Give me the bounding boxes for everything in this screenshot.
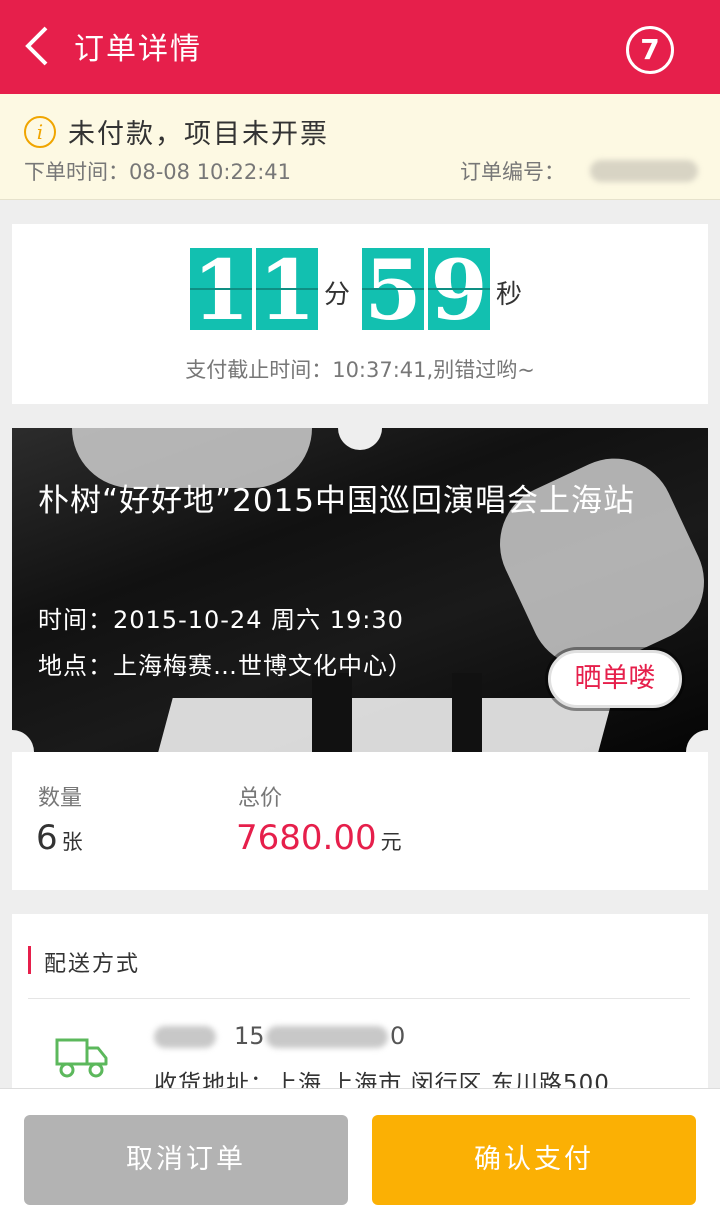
- second-digit-2: 9: [428, 248, 490, 330]
- quantity-unit: 张: [61, 830, 83, 854]
- minute-digit-1: 1: [190, 248, 252, 330]
- order-summary-card: 数量 6张 总价 7680.00 元: [12, 752, 708, 890]
- chevron-left-icon[interactable]: [18, 24, 58, 68]
- event-title: 朴树“好好地”2015中国巡回演唱会上海站: [38, 483, 636, 519]
- order-detail-page: 订单详情 7 i 未付款，项目未开票 下单时间：08-08 10:22:41 订…: [0, 0, 720, 1228]
- notification-badge[interactable]: 7: [626, 26, 674, 74]
- poster-background: [151, 698, 613, 752]
- cancel-order-button[interactable]: 取消订单: [24, 1115, 348, 1205]
- bottom-action-bar: 取消订单 确认支付: [0, 1088, 720, 1228]
- order-time: 下单时间：08-08 10:22:41: [24, 160, 292, 184]
- ticket-notch: [338, 406, 382, 450]
- order-number-label: 订单编号：: [460, 160, 565, 184]
- total-price-label: 总价: [238, 786, 283, 811]
- event-ticket-card[interactable]: 朴树“好好地”2015中国巡回演唱会上海站 时间：2015-10-24 周六 1…: [12, 428, 708, 752]
- info-icon: i: [24, 116, 56, 148]
- second-unit: 秒: [496, 280, 523, 310]
- recipient-phone-blurred: [266, 1026, 388, 1048]
- quantity-label: 数量: [38, 786, 83, 811]
- total-price-number: 7680.00: [236, 818, 377, 858]
- second-digit-1: 5: [362, 248, 424, 330]
- order-number-blurred: [590, 160, 698, 182]
- poster-background: [312, 673, 352, 752]
- event-time: 时间：2015-10-24 周六 19:30: [38, 606, 404, 634]
- page-title: 订单详情: [74, 32, 202, 67]
- poster-background: [452, 673, 482, 752]
- recipient-phone-suffix: 0: [390, 1022, 406, 1050]
- delivery-card: 配送方式 15 0 收货地址：上海 上海市 闵行区 东川路500: [12, 914, 708, 1097]
- truck-icon: [54, 1036, 110, 1080]
- total-price-value: 7680.00 元: [236, 818, 402, 858]
- recipient-phone-prefix: 15: [234, 1022, 265, 1050]
- event-venue: 地点：上海梅赛…世博文化中心）: [38, 652, 413, 680]
- minute-unit: 分: [324, 280, 351, 310]
- payment-countdown-card: 1 1 分 5 9 秒 支付截止时间：10:37:41,别错过哟~: [12, 224, 708, 404]
- price-unit: 元: [380, 830, 402, 854]
- divider: [28, 998, 690, 999]
- app-header: 订单详情 7: [0, 0, 720, 94]
- confirm-payment-button[interactable]: 确认支付: [372, 1115, 696, 1205]
- section-accent-bar: [28, 946, 31, 974]
- quantity-value: 6张: [36, 818, 83, 858]
- recipient-name-blurred: [154, 1026, 216, 1048]
- quantity-number: 6: [36, 818, 58, 858]
- order-status-title: 未付款，项目未开票: [68, 119, 329, 150]
- delivery-section-title: 配送方式: [44, 952, 141, 977]
- payment-deadline: 支付截止时间：10:37:41,别错过哟~: [185, 358, 535, 382]
- share-order-button[interactable]: 晒单喽: [548, 650, 682, 708]
- minute-digit-2: 1: [256, 248, 318, 330]
